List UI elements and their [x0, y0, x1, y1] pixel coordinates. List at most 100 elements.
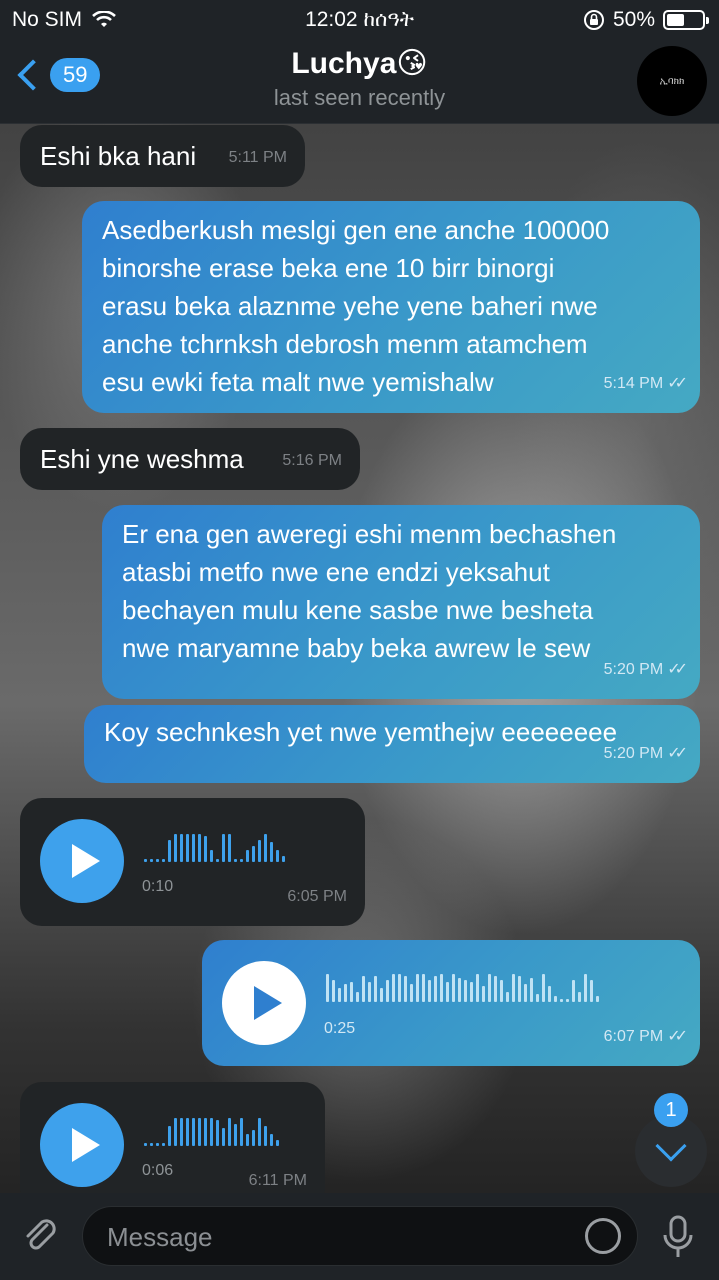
- waveform-bar: [156, 859, 159, 862]
- waveform-bar: [410, 984, 413, 1002]
- message-input-bar: Message: [0, 1193, 719, 1280]
- waveform-bar: [174, 1118, 177, 1146]
- waveform-bar: [144, 1143, 147, 1146]
- voice-message[interactable]: 0:10 6:05 PM: [20, 798, 365, 926]
- double-check-icon: ✓✓: [667, 661, 688, 678]
- play-button[interactable]: [40, 1103, 124, 1187]
- waveform-bar: [258, 1118, 261, 1146]
- double-check-icon: ✓✓: [667, 1028, 688, 1045]
- waveform-bar: [332, 980, 335, 1002]
- waveform-bar: [338, 988, 341, 1002]
- message-bubble[interactable]: Asedberkush meslgi gen ene anche 100000 …: [82, 201, 700, 413]
- voice-waveform: [326, 968, 599, 1002]
- avatar-text: ኢባክክ: [659, 75, 685, 87]
- waveform-bar: [270, 842, 273, 862]
- waveform-bar: [222, 834, 225, 862]
- waveform-bar: [258, 840, 261, 862]
- scroll-unread-badge: 1: [654, 1093, 688, 1127]
- waveform-bar: [174, 834, 177, 862]
- message-bubble[interactable]: Er ena gen aweregi eshi menm bechashen a…: [102, 505, 700, 699]
- waveform-bar: [518, 976, 521, 1002]
- waveform-bar: [252, 846, 255, 862]
- waveform-bar: [428, 980, 431, 1002]
- paperclip-icon[interactable]: [20, 1215, 60, 1255]
- waveform-bar: [204, 1118, 207, 1146]
- waveform-bar: [440, 974, 443, 1002]
- play-icon: [253, 986, 282, 1020]
- waveform-bar: [198, 1118, 201, 1146]
- waveform-bar: [228, 1118, 231, 1146]
- microphone-icon[interactable]: [660, 1215, 696, 1261]
- waveform-bar: [228, 834, 231, 862]
- sticker-icon[interactable]: [585, 1218, 621, 1254]
- voice-waveform: [144, 828, 285, 862]
- message-time: 5:20 PM ✓✓: [604, 651, 688, 689]
- message-text: Asedberkush meslgi gen ene anche 100000 …: [102, 215, 610, 397]
- waveform-bar: [344, 984, 347, 1002]
- waveform-bar: [458, 978, 461, 1002]
- waveform-bar: [192, 1118, 195, 1146]
- voice-message[interactable]: 0:25 6:07 PM ✓✓: [202, 940, 700, 1066]
- waveform-bar: [524, 984, 527, 1002]
- waveform-bar: [482, 986, 485, 1002]
- waveform-bar: [500, 980, 503, 1002]
- waveform-bar: [270, 1134, 273, 1146]
- play-icon: [71, 1128, 100, 1162]
- waveform-bar: [530, 978, 533, 1002]
- message-placeholder: Message: [107, 1222, 213, 1252]
- waveform-bar: [470, 982, 473, 1002]
- waveform-bar: [186, 834, 189, 862]
- play-button[interactable]: [40, 819, 124, 903]
- status-bar: No SIM 12:02 ከሰዓት 50%: [0, 0, 719, 40]
- voice-message[interactable]: 0:06 6:11 PM: [20, 1082, 325, 1210]
- waveform-bar: [566, 999, 569, 1002]
- play-button[interactable]: [222, 961, 306, 1045]
- waveform-bar: [144, 859, 147, 862]
- waveform-bar: [590, 980, 593, 1002]
- message-bubble[interactable]: Koy sechnkesh yet nwe yemthejw eeeeeeee …: [84, 705, 700, 783]
- chevron-down-icon: [655, 1130, 687, 1162]
- waveform-bar: [180, 1118, 183, 1146]
- waveform-bar: [264, 1126, 267, 1146]
- waveform-bar: [192, 834, 195, 862]
- waveform-bar: [494, 976, 497, 1002]
- waveform-bar: [216, 1120, 219, 1146]
- waveform-bar: [150, 1143, 153, 1146]
- waveform-bar: [246, 850, 249, 862]
- waveform-bar: [186, 1118, 189, 1146]
- waveform-bar: [264, 834, 267, 862]
- message-time: 5:11 PM: [228, 149, 287, 166]
- waveform-bar: [386, 980, 389, 1002]
- waveform-bar: [282, 856, 285, 862]
- waveform-bar: [434, 976, 437, 1002]
- waveform-bar: [210, 1118, 213, 1146]
- waveform-bar: [584, 974, 587, 1002]
- avatar[interactable]: ኢባክክ: [637, 46, 707, 116]
- waveform-bar: [162, 859, 165, 862]
- waveform-bar: [548, 986, 551, 1002]
- waveform-bar: [240, 859, 243, 862]
- waveform-bar: [572, 980, 575, 1002]
- waveform-bar: [162, 1143, 165, 1146]
- waveform-bar: [222, 1128, 225, 1146]
- message-bubble[interactable]: Eshi bka hani 5:11 PM: [20, 125, 305, 187]
- waveform-bar: [488, 974, 491, 1002]
- waveform-bar: [422, 974, 425, 1002]
- waveform-bar: [452, 974, 455, 1002]
- voice-duration: 0:10: [142, 878, 174, 895]
- message-time: 5:20 PM ✓✓: [604, 735, 688, 773]
- waveform-bar: [234, 1124, 237, 1146]
- message-input[interactable]: Message: [82, 1206, 638, 1266]
- waveform-bar: [554, 996, 557, 1002]
- waveform-bar: [168, 840, 171, 862]
- waveform-bar: [276, 850, 279, 862]
- waveform-bar: [398, 974, 401, 1002]
- waveform-bar: [204, 836, 207, 862]
- message-bubble[interactable]: Eshi yne weshma 5:16 PM: [20, 428, 360, 490]
- message-text: Er ena gen aweregi eshi menm bechashen a…: [122, 519, 617, 663]
- chat-title-block[interactable]: Luchya😘 last seen recently: [0, 46, 719, 111]
- waveform-bar: [404, 976, 407, 1002]
- waveform-bar: [156, 1143, 159, 1146]
- waveform-bar: [276, 1140, 279, 1146]
- waveform-bar: [542, 974, 545, 1002]
